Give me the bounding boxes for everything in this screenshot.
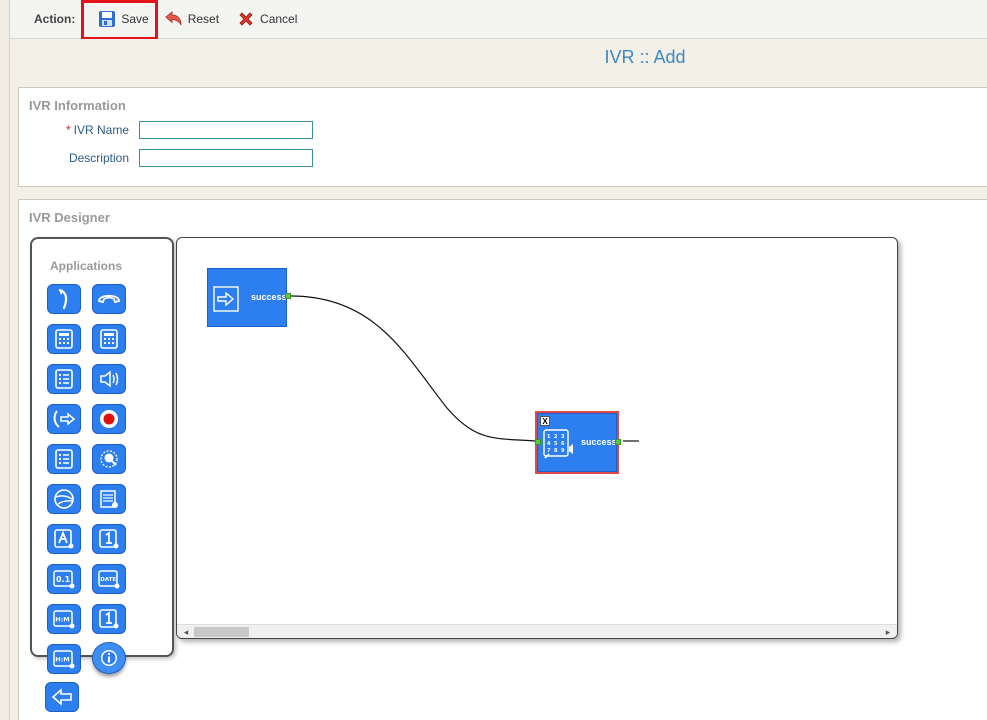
ivr-designer-title: IVR Designer: [29, 210, 110, 225]
svg-text:2: 2: [554, 434, 558, 440]
ivr-name-label-text: IVR Name: [73, 123, 129, 137]
svg-text:9: 9: [561, 448, 565, 454]
say-alpha-icon[interactable]: [47, 524, 81, 554]
close-icon[interactable]: X: [540, 416, 550, 426]
svg-text:3: 3: [561, 434, 565, 440]
scroll-left-arrow-icon[interactable]: ◂: [180, 625, 192, 638]
svg-text:DATE: DATE: [100, 577, 116, 583]
main-content: IVR :: Add IVR Information * IVR Name Des…: [10, 39, 987, 720]
transfer-icon[interactable]: [47, 404, 81, 434]
keypad-node-label: success: [581, 437, 617, 447]
start-node-output-port[interactable]: [285, 293, 291, 299]
calculator-alt-icon[interactable]: [92, 324, 126, 354]
info-icon[interactable]: [92, 642, 126, 674]
svg-text:0.1: 0.1: [56, 575, 71, 584]
designer-canvas[interactable]: success X 123 456 789 success ◂ ▸: [176, 237, 898, 639]
ivr-information-panel: IVR Information * IVR Name Description: [18, 87, 987, 187]
calculator-icon[interactable]: [47, 324, 81, 354]
keypad-node-output-port[interactable]: [615, 439, 621, 445]
ivr-name-label: * IVR Name: [19, 123, 139, 137]
ivr-information-title: IVR Information: [29, 98, 126, 113]
ivr-name-row: * IVR Name: [19, 121, 313, 139]
svg-text:8: 8: [554, 448, 558, 454]
applications-palette: Applications 0.1 DATE H:M H:M: [30, 237, 174, 674]
menu-icon[interactable]: [47, 444, 81, 474]
action-label: Action:: [34, 12, 76, 26]
save-button-label: Save: [121, 12, 149, 26]
say-date-icon[interactable]: DATE: [92, 564, 126, 594]
hangup-icon[interactable]: [92, 284, 126, 314]
svg-text:4: 4: [547, 441, 551, 447]
say-digit-alt-icon[interactable]: [92, 604, 126, 634]
reset-button[interactable]: Reset: [159, 7, 223, 31]
scroll-right-arrow-icon[interactable]: ▸: [882, 625, 894, 638]
keypad-icon: 123 456 789: [543, 429, 573, 459]
description-input[interactable]: [139, 149, 313, 167]
svg-text:6: 6: [561, 441, 565, 447]
speech-recognition-icon[interactable]: [92, 444, 126, 474]
outer-strip: [0, 0, 10, 720]
keypad-node-input-port[interactable]: [535, 439, 541, 445]
say-number-icon[interactable]: 0.1: [47, 564, 81, 594]
floppy-disk-icon: [99, 11, 116, 27]
record-icon[interactable]: [92, 404, 126, 434]
cancel-button-label: Cancel: [260, 12, 298, 26]
svg-text:H:M: H:M: [55, 616, 70, 624]
globe-icon[interactable]: [47, 484, 81, 514]
action-toolbar: Action: Save Reset Cancel: [10, 0, 987, 39]
description-row: Description: [19, 149, 313, 167]
canvas-horizontal-scrollbar[interactable]: ◂ ▸: [177, 624, 897, 638]
say-time-icon[interactable]: H:M: [47, 604, 81, 634]
save-button[interactable]: Save: [94, 7, 152, 31]
say-time-alt-icon[interactable]: H:M: [47, 644, 81, 674]
undo-arrow-icon: [165, 11, 182, 26]
applications-title: Applications: [50, 259, 123, 273]
scrollbar-thumb[interactable]: [194, 627, 249, 637]
svg-text:H:M: H:M: [55, 656, 70, 664]
svg-text:1: 1: [547, 434, 551, 440]
svg-text:7: 7: [547, 448, 551, 454]
cancel-x-icon: [239, 12, 253, 26]
answer-icon[interactable]: [47, 284, 81, 314]
reset-button-label: Reset: [187, 12, 220, 26]
say-digit-icon[interactable]: [92, 524, 126, 554]
required-marker: *: [65, 123, 71, 137]
start-node-label: success: [251, 292, 287, 302]
description-label: Description: [19, 151, 139, 165]
svg-text:5: 5: [554, 441, 558, 447]
description-label-text: Description: [68, 151, 129, 165]
ivr-name-input[interactable]: [139, 121, 313, 139]
schedule-icon[interactable]: [92, 484, 126, 514]
keypad-node[interactable]: X 123 456 789 success: [535, 411, 621, 474]
back-arrow-icon[interactable]: [45, 682, 79, 712]
speaker-icon[interactable]: [92, 364, 126, 394]
start-arrow-icon: [213, 286, 239, 312]
cancel-button[interactable]: Cancel: [233, 7, 301, 31]
page-title: IVR :: Add: [604, 47, 686, 67]
start-node[interactable]: success: [207, 268, 291, 327]
ivr-designer-panel: IVR Designer Applications 0.1 DATE H:M H…: [18, 199, 987, 720]
checklist-icon[interactable]: [47, 364, 81, 394]
